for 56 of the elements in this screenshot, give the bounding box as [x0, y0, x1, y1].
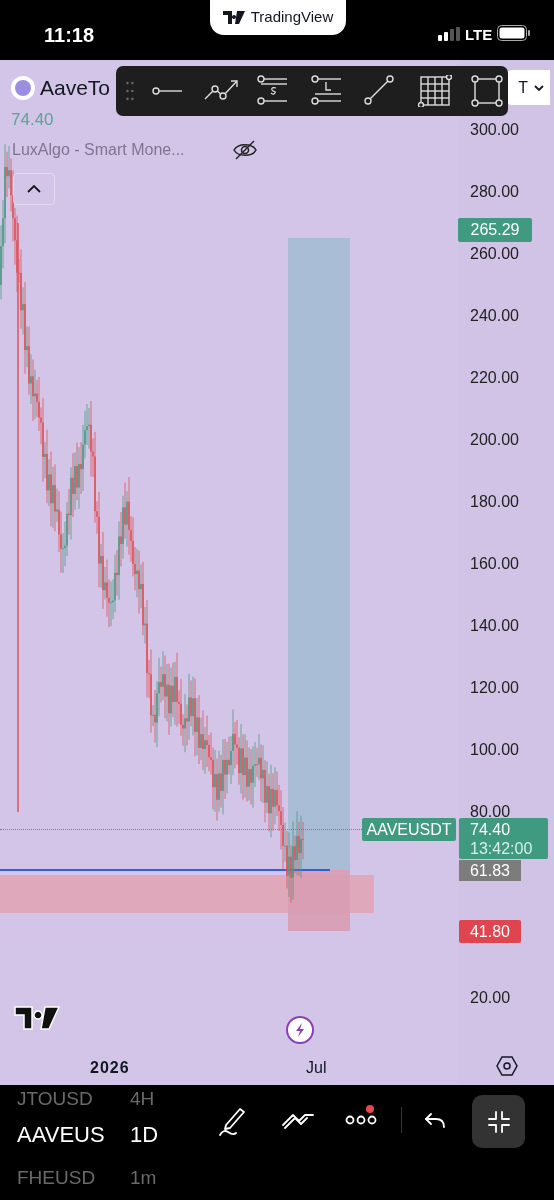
price-text: 74.40	[470, 819, 512, 839]
price-axis-label: 100.00	[470, 740, 519, 760]
price-axis-label: 260.00	[470, 244, 519, 264]
price-axis-label: 280.00	[470, 182, 519, 202]
pen-icon[interactable]	[216, 1105, 246, 1137]
minimize-icon	[487, 1110, 510, 1133]
price-axis-label: 180.00	[470, 492, 519, 512]
logo-icon	[222, 11, 245, 24]
app-name: TradingView	[250, 7, 334, 28]
lightning-button[interactable]	[286, 1016, 314, 1044]
symbol-selector[interactable]: T	[506, 70, 550, 105]
battery-icon	[497, 25, 531, 41]
settings-icon[interactable]	[496, 1056, 518, 1076]
price-axis-label: 80.00	[470, 802, 511, 822]
price-axis-label: 140.00	[470, 616, 519, 636]
grid-tool[interactable]	[415, 73, 455, 109]
symbol-picker-item[interactable]: JTOUSD	[17, 1085, 93, 1114]
logo-icon	[14, 1006, 60, 1030]
chevron-down-icon	[534, 84, 544, 91]
undo-icon[interactable]	[424, 1112, 446, 1128]
stop-zone	[288, 870, 350, 931]
interval-picker-item[interactable]: 1m	[130, 1164, 157, 1193]
indicator-name[interactable]: LuxAlgo - Smart Mone...	[12, 138, 185, 162]
price-axis-label: 300.00	[470, 120, 519, 140]
horizontal-ray-icon	[152, 87, 184, 95]
coin-logo	[11, 76, 35, 100]
symbol-tag: AAVEUSDT	[362, 818, 456, 841]
symbol-picker-item[interactable]: AAVEUS	[17, 1118, 105, 1151]
signal-icon	[438, 27, 460, 41]
price-axis-label: 220.00	[470, 368, 519, 388]
grid-icon	[417, 75, 452, 107]
interval-picker-item[interactable]: 4H	[130, 1085, 155, 1114]
eye-hidden-icon[interactable]	[232, 139, 258, 161]
price-axis-label: 20.00	[470, 988, 511, 1008]
stop-price-tag: 41.80	[459, 920, 521, 943]
symbol-picker-item[interactable]: FHEUSD	[17, 1164, 96, 1193]
last-price: 74.40	[11, 109, 54, 131]
interval-picker-item[interactable]: 1D	[130, 1118, 159, 1151]
price-axis-label: 160.00	[470, 554, 519, 574]
countdown-text: 13:42:00	[470, 838, 534, 858]
collapse-button[interactable]	[13, 173, 55, 205]
lightning-icon	[295, 1023, 305, 1037]
more-icon[interactable]	[345, 1114, 377, 1126]
entry-price-tag: 61.83	[459, 860, 521, 881]
minimize-button[interactable]	[472, 1095, 525, 1148]
target-price-tag: 265.29	[458, 218, 532, 242]
clock-time: 11:18	[44, 23, 95, 48]
price-axis-label: 240.00	[470, 306, 519, 326]
time-axis-label: 2026	[90, 1058, 130, 1078]
price-axis-label: 200.00	[470, 430, 519, 450]
price-axis-label: 120.00	[470, 678, 519, 698]
symbol-name[interactable]: AaveTo	[40, 75, 111, 101]
time-axis-label: Jul	[306, 1058, 327, 1078]
drag-handle-icon[interactable]	[126, 81, 134, 101]
chevron-up-icon	[27, 185, 41, 193]
network-label: LTE	[465, 25, 493, 45]
